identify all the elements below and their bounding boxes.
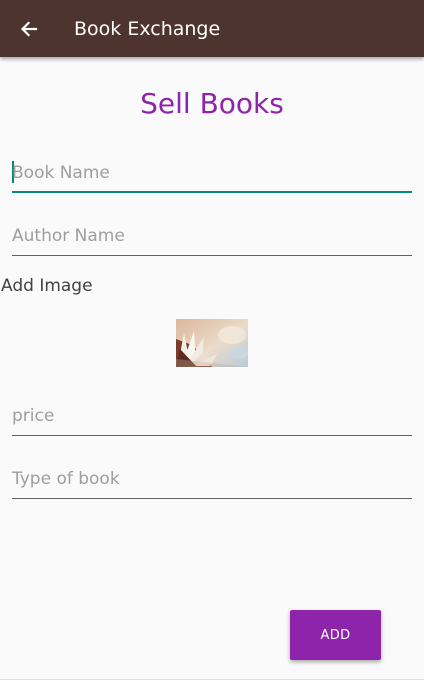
book-name-placeholder: Book Name — [12, 163, 110, 183]
back-button[interactable] — [12, 12, 46, 46]
author-name-underline — [12, 255, 412, 256]
price-field[interactable]: price — [12, 396, 412, 436]
add-button[interactable]: ADD — [290, 610, 381, 660]
add-image-label: Add Image — [1, 276, 93, 296]
app-title: Book Exchange — [74, 18, 221, 40]
author-name-placeholder: Author Name — [12, 226, 125, 246]
arrow-left-icon — [20, 21, 38, 37]
open-book-image — [176, 319, 248, 367]
price-underline — [12, 435, 412, 436]
book-type-placeholder: Type of book — [12, 469, 120, 489]
book-name-field[interactable]: Book Name — [12, 153, 412, 193]
price-placeholder: price — [12, 406, 55, 426]
book-image-picker[interactable] — [176, 319, 248, 367]
book-name-underline — [12, 191, 412, 193]
book-type-underline — [12, 498, 412, 499]
page-title: Sell Books — [140, 87, 284, 120]
app-bar: Book Exchange — [0, 0, 424, 57]
author-name-field[interactable]: Author Name — [12, 216, 412, 256]
book-type-field[interactable]: Type of book — [12, 459, 412, 499]
